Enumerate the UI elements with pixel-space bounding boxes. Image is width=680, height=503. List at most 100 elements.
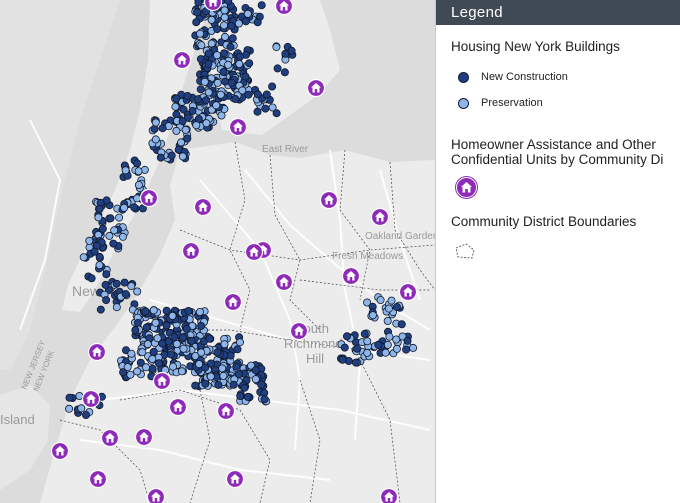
housing-point[interactable] (403, 336, 412, 345)
housing-point[interactable] (268, 82, 277, 91)
housing-point[interactable] (151, 118, 160, 127)
housing-point[interactable] (168, 362, 177, 371)
housing-point[interactable] (260, 395, 269, 404)
homeowner-house-icon[interactable] (341, 266, 361, 286)
housing-point[interactable] (85, 236, 94, 245)
housing-point[interactable] (127, 349, 136, 358)
housing-point[interactable] (181, 125, 190, 134)
housing-point[interactable] (383, 340, 392, 349)
housing-point[interactable] (119, 368, 128, 377)
housing-point[interactable] (149, 306, 158, 315)
housing-point[interactable] (272, 109, 281, 118)
housing-point[interactable] (207, 15, 216, 24)
housing-point[interactable] (65, 404, 74, 413)
housing-point[interactable] (131, 326, 140, 335)
homeowner-house-icon[interactable] (139, 188, 159, 208)
housing-point[interactable] (228, 34, 237, 43)
housing-point[interactable] (179, 344, 188, 353)
housing-point[interactable] (121, 166, 130, 175)
housing-point[interactable] (95, 252, 104, 261)
housing-point[interactable] (218, 364, 227, 373)
housing-point[interactable] (188, 106, 197, 115)
housing-point[interactable] (387, 296, 396, 305)
housing-point[interactable] (87, 274, 96, 283)
housing-point[interactable] (197, 321, 206, 330)
housing-point[interactable] (224, 60, 233, 69)
housing-point[interactable] (384, 304, 393, 313)
housing-point[interactable] (200, 77, 209, 86)
housing-point[interactable] (383, 316, 392, 325)
housing-point[interactable] (220, 6, 229, 15)
housing-point[interactable] (172, 94, 181, 103)
housing-point[interactable] (360, 329, 369, 338)
housing-point[interactable] (143, 340, 152, 349)
housing-point[interactable] (120, 278, 129, 287)
housing-point[interactable] (219, 21, 228, 30)
housing-point[interactable] (368, 311, 377, 320)
housing-point[interactable] (392, 335, 401, 344)
housing-point[interactable] (340, 343, 349, 352)
housing-point[interactable] (201, 379, 210, 388)
housing-point[interactable] (95, 204, 104, 213)
housing-point[interactable] (213, 78, 222, 87)
homeowner-house-icon[interactable] (274, 0, 294, 16)
housing-point[interactable] (191, 381, 200, 390)
housing-point[interactable] (251, 375, 260, 384)
housing-point[interactable] (342, 332, 351, 341)
housing-point[interactable] (142, 323, 151, 332)
housing-point[interactable] (119, 232, 128, 241)
housing-point[interactable] (214, 380, 223, 389)
housing-point[interactable] (154, 359, 163, 368)
homeowner-house-icon[interactable] (244, 242, 264, 262)
homeowner-house-icon[interactable] (398, 282, 418, 302)
housing-point[interactable] (148, 354, 157, 363)
housing-point[interactable] (243, 392, 252, 401)
housing-point[interactable] (245, 59, 254, 68)
housing-point[interactable] (196, 29, 205, 38)
homeowner-house-icon[interactable] (193, 197, 213, 217)
housing-point[interactable] (363, 348, 372, 357)
housing-point[interactable] (204, 88, 213, 97)
housing-point[interactable] (261, 104, 270, 113)
housing-point[interactable] (241, 17, 250, 26)
housing-point[interactable] (101, 280, 110, 289)
housing-point[interactable] (235, 52, 244, 61)
housing-point[interactable] (213, 348, 222, 357)
housing-point[interactable] (213, 25, 222, 34)
housing-point[interactable] (134, 180, 143, 189)
housing-point[interactable] (206, 372, 215, 381)
housing-point[interactable] (402, 345, 411, 354)
homeowner-house-icon[interactable] (100, 428, 120, 448)
housing-point[interactable] (94, 213, 103, 222)
housing-point[interactable] (243, 9, 252, 18)
homeowner-house-icon[interactable] (81, 389, 101, 409)
homeowner-house-icon[interactable] (319, 190, 339, 210)
housing-point[interactable] (240, 383, 249, 392)
housing-point[interactable] (257, 1, 266, 10)
housing-point[interactable] (253, 107, 262, 116)
housing-point[interactable] (110, 226, 119, 235)
housing-point[interactable] (178, 152, 187, 161)
housing-point[interactable] (65, 393, 74, 402)
housing-point[interactable] (262, 90, 271, 99)
housing-point[interactable] (385, 332, 394, 341)
homeowner-house-icon[interactable] (50, 441, 70, 461)
housing-point[interactable] (231, 95, 240, 104)
housing-point[interactable] (232, 362, 241, 371)
homeowner-house-icon[interactable] (306, 78, 326, 98)
housing-point[interactable] (235, 60, 244, 69)
housing-point[interactable] (109, 239, 118, 248)
housing-point[interactable] (409, 343, 418, 352)
housing-point[interactable] (167, 151, 176, 160)
housing-point[interactable] (102, 270, 111, 279)
homeowner-house-icon[interactable] (370, 207, 390, 227)
housing-point[interactable] (170, 333, 179, 342)
housing-point[interactable] (204, 59, 213, 68)
housing-point[interactable] (226, 351, 235, 360)
housing-point[interactable] (141, 363, 150, 372)
housing-point[interactable] (196, 85, 205, 94)
housing-point[interactable] (241, 72, 250, 81)
housing-point[interactable] (197, 41, 206, 50)
housing-point[interactable] (126, 370, 135, 379)
housing-point[interactable] (363, 337, 372, 346)
